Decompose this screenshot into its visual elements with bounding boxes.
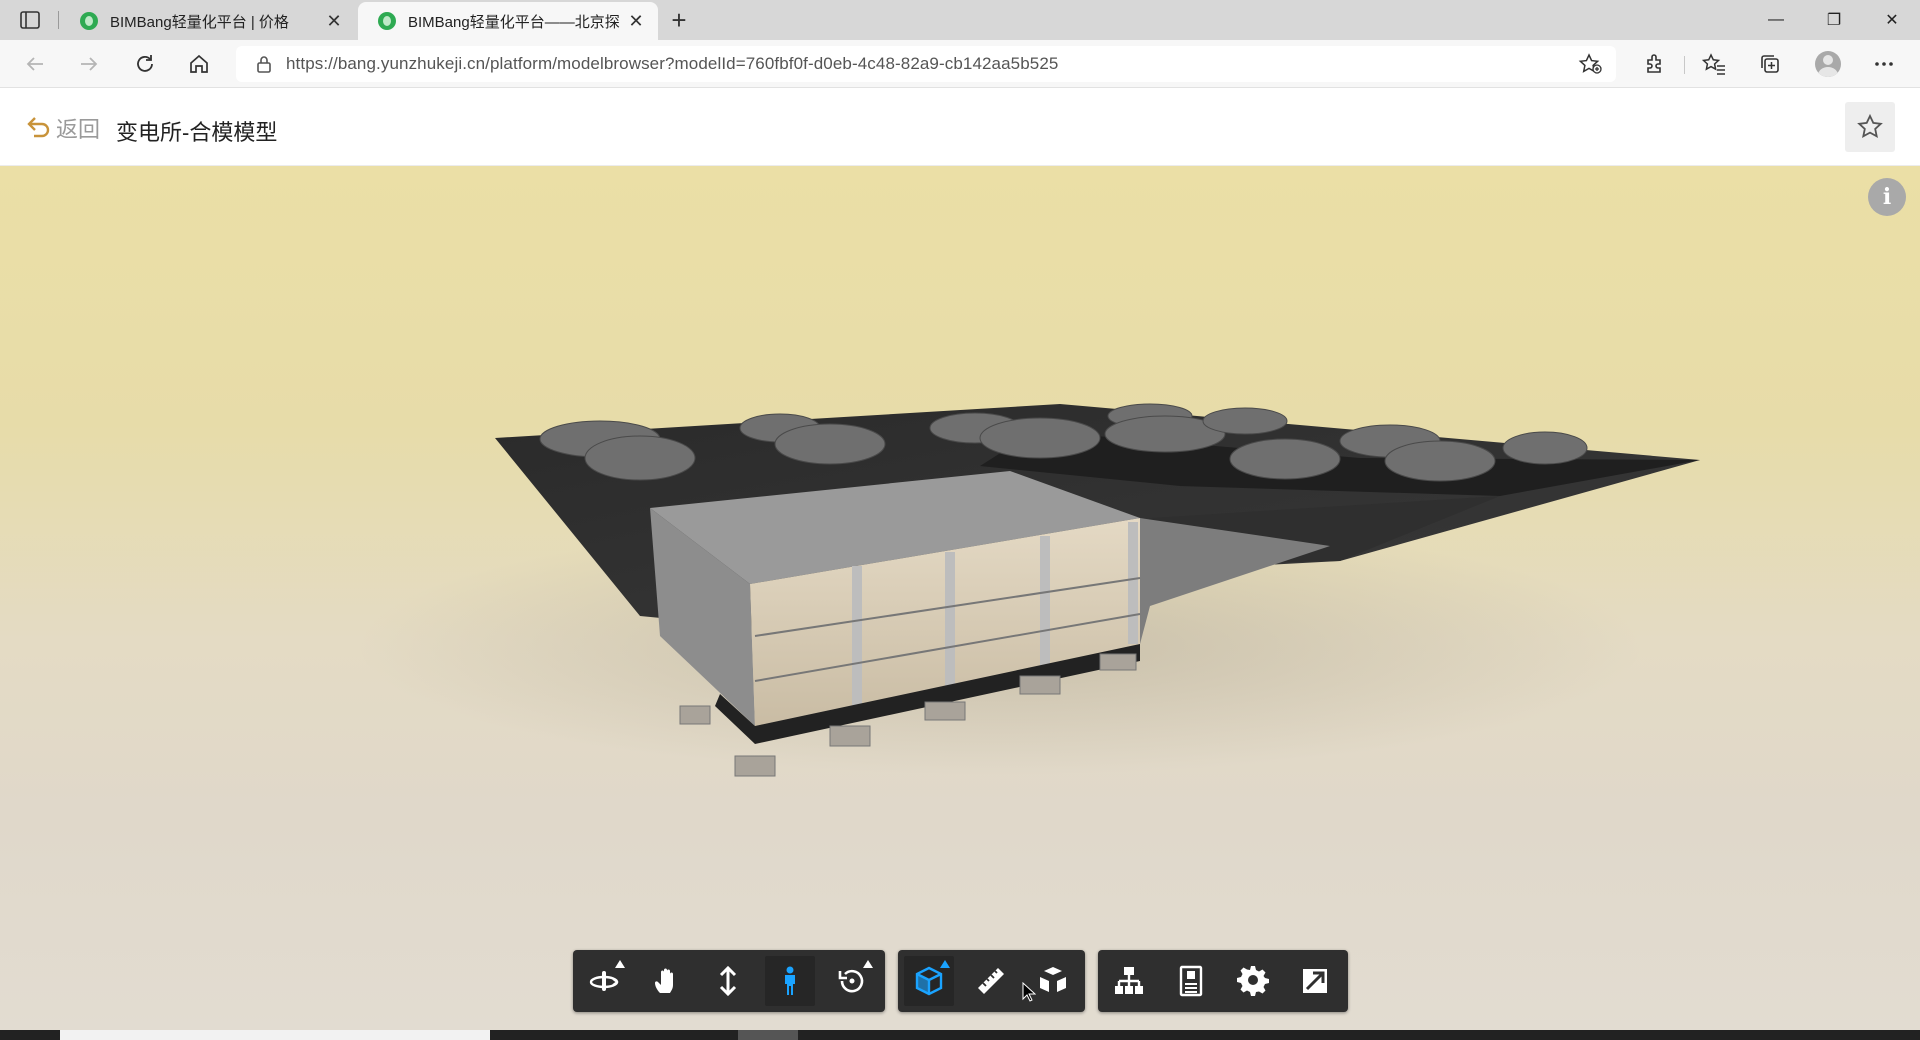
bimbang-favicon-icon [80,12,98,30]
star-icon [1857,113,1883,139]
os-taskbar [0,1030,1920,1040]
collections-icon[interactable] [1754,50,1786,78]
page-title: 变电所-合模模型 [116,120,278,145]
info-button[interactable]: i [1868,178,1906,216]
tab-separator [58,11,59,29]
orbit-tool-icon [589,971,619,991]
lock-icon[interactable] [254,55,274,73]
profile-avatar[interactable] [1812,50,1844,78]
model-tree-button[interactable] [1098,950,1160,1012]
bim-model-render[interactable] [0,166,1920,1030]
more-options-icon[interactable] [1868,50,1900,78]
properties-icon [1179,965,1203,997]
explode-button[interactable] [1022,950,1084,1012]
back-return-icon [27,117,50,138]
browser-tab-model[interactable]: BIMBang轻量化平台——北京探 ✕ [358,2,658,40]
taskbar-search-box[interactable] [60,1030,490,1040]
page-header: 返回 变电所-合模模型 [0,88,1920,166]
settings-gear-icon [1237,966,1269,996]
url-text[interactable]: https://bang.yunzhukeji.cn/platform/mode… [286,54,1058,74]
measure-button[interactable] [960,950,1022,1012]
reset-view-icon [838,969,864,993]
bimbang-favicon-icon [378,12,396,30]
mouse-cursor-icon [1022,982,1036,1002]
back-arrow-icon[interactable] [20,50,50,78]
menu-indicator-icon [615,960,625,968]
tab-actions-icon[interactable] [14,8,46,32]
reload-icon[interactable] [130,50,160,78]
window-close-button[interactable]: ✕ [1864,0,1920,40]
model-viewer-canvas[interactable]: i [0,166,1920,1030]
avatar [1815,51,1841,77]
first-person-tool-icon [785,966,795,995]
section-box-button[interactable] [898,950,960,1012]
browser-tab-bar: BIMBang轻量化平台 | 价格 ✕ BIMBang轻量化平台——北京探 ✕ … [0,0,1920,40]
fullscreen-icon [1303,969,1327,993]
extensions-icon[interactable] [1638,50,1670,78]
back-label: 返回 [56,117,101,142]
pan-tool-icon [655,968,673,993]
minimize-button[interactable]: — [1748,0,1804,40]
fullscreen-button[interactable] [1284,950,1346,1012]
model-tree-icon [1115,967,1143,994]
navigation-toolbar-group [573,950,885,1012]
explode-model-icon [1040,967,1066,992]
reset-view-button[interactable] [821,950,883,1012]
favorite-button[interactable] [1845,102,1895,152]
first-person-tool-button[interactable] [759,950,821,1012]
model-toolbar-group [898,950,1085,1012]
back-button[interactable]: 返回 [26,114,100,142]
dolly-tool-button[interactable] [697,950,759,1012]
dolly-tool-icon [719,965,737,997]
add-favorite-icon[interactable] [1578,53,1602,80]
properties-button[interactable] [1160,950,1222,1012]
address-bar[interactable]: https://bang.yunzhukeji.cn/platform/mode… [236,46,1616,82]
browser-toolbar: https://bang.yunzhukeji.cn/platform/mode… [0,40,1920,88]
panel-toolbar-group [1098,950,1348,1012]
forward-arrow-icon[interactable] [74,50,104,78]
section-box-icon [915,966,943,996]
menu-indicator-icon [940,960,950,968]
restore-button[interactable]: ❐ [1806,0,1862,40]
tab-title: BIMBang轻量化平台——北京探 [408,13,620,31]
new-tab-button[interactable]: + [665,6,693,34]
close-icon[interactable]: ✕ [626,11,646,32]
taskbar-active-app[interactable] [738,1030,798,1040]
pan-tool-button[interactable] [635,950,697,1012]
measure-ruler-icon [978,968,1004,994]
home-icon[interactable] [184,50,214,78]
orbit-tool-button[interactable] [573,950,635,1012]
menu-indicator-icon [863,960,873,968]
favorites-icon[interactable] [1698,50,1730,78]
settings-button[interactable] [1222,950,1284,1012]
tab-title: BIMBang轻量化平台 | 价格 [110,13,289,31]
browser-tab-pricing[interactable]: BIMBang轻量化平台 | 价格 ✕ [60,2,356,40]
toolbar-separator [1684,56,1685,74]
close-icon[interactable]: ✕ [324,11,344,32]
